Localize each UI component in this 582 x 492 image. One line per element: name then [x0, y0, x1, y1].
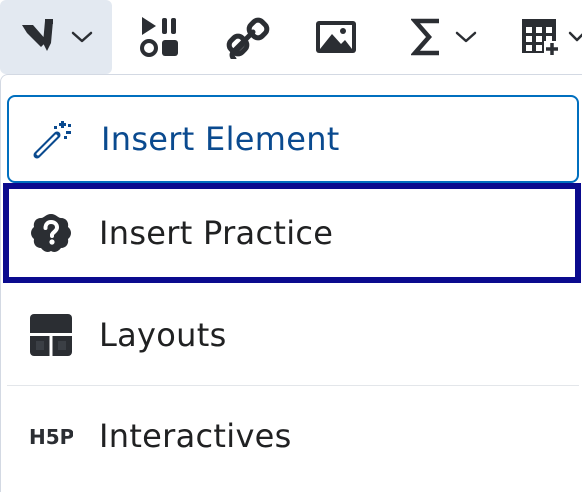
menu-item-interactives[interactable]: H5P Interactives: [7, 385, 579, 485]
pen-icon: [19, 17, 59, 57]
layouts-icon: [29, 313, 73, 357]
insert-image-button[interactable]: [304, 0, 368, 74]
chevron-down-icon: [71, 30, 93, 44]
insert-media-button[interactable]: [128, 0, 192, 74]
menu-item-label: Insert Practice: [99, 214, 334, 252]
chevron-down-icon: [455, 30, 477, 44]
insert-table-button[interactable]: [510, 0, 582, 74]
menu-item-insert-practice[interactable]: Insert Practice: [3, 183, 581, 283]
question-cloud-icon: [29, 211, 73, 255]
insert-link-button[interactable]: [216, 0, 280, 74]
menu-item-label: Insert Element: [101, 120, 340, 158]
insert-stuff-menu: Insert Element Insert Practice Layouts H…: [0, 74, 582, 492]
chevron-down-icon: [568, 30, 582, 44]
editor-toolbar: [0, 0, 582, 74]
link-icon: [226, 15, 270, 59]
sigma-icon: [411, 17, 443, 57]
h5p-icon: H5P: [29, 414, 73, 458]
menu-item-layouts[interactable]: Layouts: [7, 287, 579, 383]
magic-wand-icon: [31, 117, 75, 161]
menu-item-insert-element[interactable]: Insert Element: [7, 95, 579, 183]
table-icon: [520, 17, 560, 57]
svg-text:H5P: H5P: [29, 425, 73, 448]
insert-stuff-button[interactable]: [0, 0, 112, 74]
menu-item-label: Interactives: [99, 416, 292, 455]
insert-equation-button[interactable]: [396, 0, 492, 74]
menu-item-label: Layouts: [99, 316, 227, 354]
media-icon: [138, 15, 182, 59]
image-icon: [314, 18, 358, 56]
